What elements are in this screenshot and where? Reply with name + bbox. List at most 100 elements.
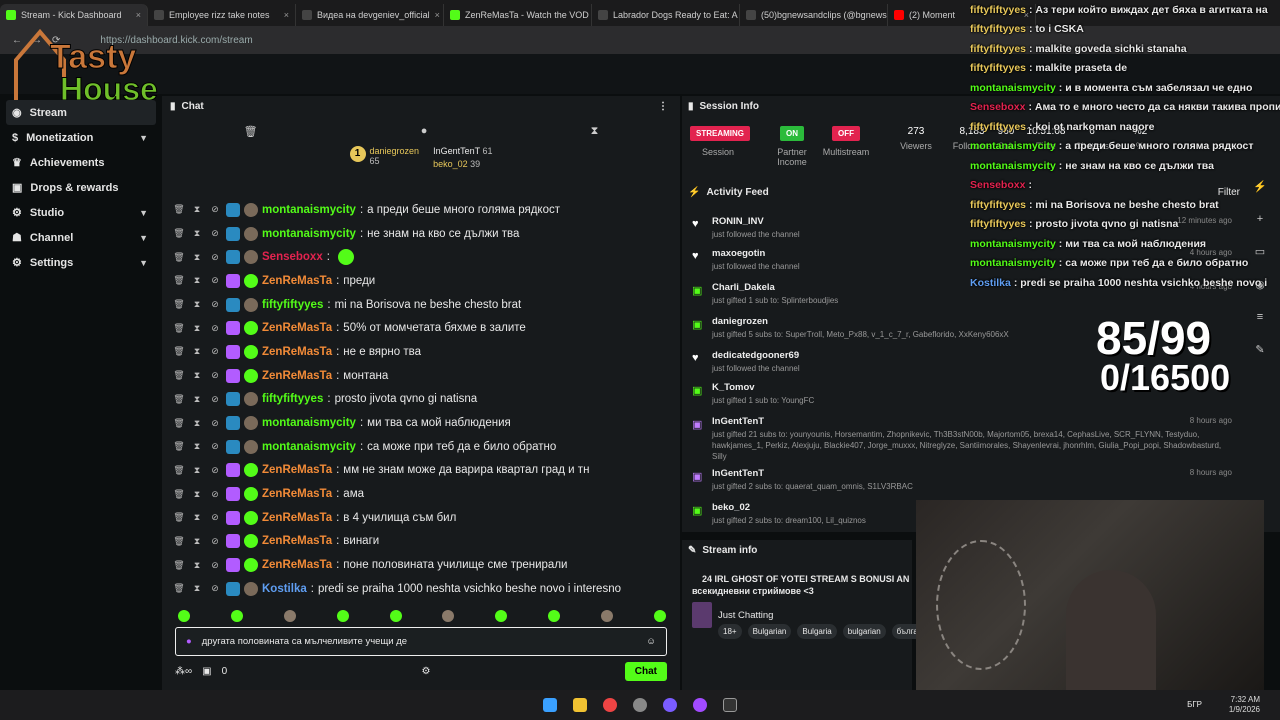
discord-icon[interactable] [663,698,677,712]
system-clock[interactable]: 7:32 AM 1/9/2026 [1229,695,1260,716]
list-icon[interactable]: ≡ [1257,311,1263,323]
emote-icon[interactable] [653,610,666,622]
emote-icon[interactable] [495,610,508,622]
browser-tab[interactable]: Видеа на devgeniev_official × [296,4,444,26]
timeout-icon[interactable]: ⧗ [190,465,204,476]
emoji-icon[interactable]: ☺ [646,636,656,647]
delete-icon[interactable]: 🗑 [172,228,186,239]
emote-icon[interactable] [442,610,455,622]
ban-icon[interactable]: ⊘ [208,489,222,500]
delete-icon[interactable]: 🗑 [172,418,186,429]
sidebar-item-monetization[interactable]: $ Monetization ▼ [0,125,162,150]
emote-icon[interactable] [178,610,190,622]
chat-message[interactable]: 🗑 ⧗ ⊘ ZenReMasTa: не е вярно тва [172,340,672,364]
emote-icon[interactable] [336,610,349,622]
chat-message[interactable]: 🗑 ⧗ ⊘ ZenReMasTa: поне половината училище см… [172,553,672,577]
emote-icon[interactable] [230,610,243,622]
browser-tab[interactable]: ZenReMasTa - Watch the VOD× [444,4,592,26]
tag[interactable]: Bulgaria [797,624,837,639]
timeout-icon[interactable]: ⧗ [190,512,204,523]
chat-message[interactable]: 🗑 ⧗ ⊘ ZenReMasTa: в 4 училища съм бил [172,506,672,530]
timeout-icon[interactable]: ⧗ [190,275,204,286]
chat-settings-icon[interactable]: ⚙ [421,666,430,677]
delete-icon[interactable]: 🗑 [172,560,186,571]
tag[interactable]: 18+ [718,624,742,639]
ban-icon[interactable]: ⊘ [208,465,222,476]
users-icon[interactable]: ⁂∞ [175,666,192,677]
ban-icon[interactable]: ⊘ [208,512,222,523]
more-icon[interactable]: ⋮ [658,101,668,112]
chat-username[interactable]: fiftyfiftyyes [262,393,323,405]
chat-username[interactable]: ZenReMasTa [262,559,332,571]
timeout-icon[interactable]: ⧗ [190,441,204,452]
delete-icon[interactable]: 🗑 [172,441,186,452]
tag[interactable]: Bulgarian [747,624,792,639]
activity-item[interactable]: ▣ InGentTenT just gifted 2 subs to: quaera… [692,468,1232,493]
file-explorer-icon[interactable] [573,698,587,712]
hourglass-icon[interactable]: ⧗ [591,125,599,138]
ban-icon[interactable]: ⊘ [208,560,222,571]
sidebar-item-stream[interactable]: ◉ Stream [6,100,156,125]
tools-icon[interactable]: ✎ [1255,343,1264,356]
delete-icon[interactable]: 🗑 [172,204,186,215]
delete-icon[interactable]: 🗑 [172,299,186,310]
ban-icon[interactable]: ⊘ [208,275,222,286]
ban-icon[interactable]: ⊘ [208,299,222,310]
ban-icon[interactable]: ⊘ [208,252,222,263]
timeout-icon[interactable]: ⧗ [190,418,204,429]
browser-tab[interactable]: (50)bgnewsandclips (@bgnews× [740,4,888,26]
chat-username[interactable]: ZenReMasTa [262,275,332,287]
chat-username[interactable]: fiftyfiftyyes [262,299,323,311]
chrome-icon[interactable] [603,698,617,712]
chat-message[interactable]: 🗑 ⧗ ⊘ montanaismycity: ми тва са мой наблюде… [172,411,672,435]
chat-message[interactable]: 🗑 ⧗ ⊘ fiftyfiftyyes: prosto jivota qvno gi n… [172,388,672,412]
gift-icon[interactable]: ▣ [202,666,211,677]
timeout-icon[interactable]: ⧗ [190,346,204,357]
ban-icon[interactable]: ⊘ [208,370,222,381]
chat-username[interactable]: Kostilka [262,583,307,595]
emote-icon[interactable] [548,610,561,622]
chat-username[interactable]: ZenReMasTa [262,535,332,547]
delete-icon[interactable]: 🗑 [172,370,186,381]
chat-message[interactable]: 🗑 ⧗ ⊘ Kostilka: predi se praiha 1000 neshta … [172,577,672,601]
chat-username[interactable]: ZenReMasTa [262,346,332,358]
chat-username[interactable]: ZenReMasTa [262,370,332,382]
twitch-icon[interactable] [693,698,707,712]
chat-message[interactable]: 🗑 ⧗ ⊘ montanaismycity: не знам на кво се дъл… [172,222,672,246]
ban-icon[interactable]: ⊘ [208,204,222,215]
chat-username[interactable]: ZenReMasTa [262,512,332,524]
timeout-icon[interactable]: ⧗ [190,560,204,571]
tab-close-icon[interactable]: × [435,10,440,20]
ban-icon[interactable]: ⊘ [208,583,222,594]
windows-start-icon[interactable] [543,698,557,712]
emote-icon[interactable] [601,610,613,622]
chat-username[interactable]: ZenReMasTa [262,322,332,334]
delete-icon[interactable]: 🗑 [172,323,186,334]
chat-input[interactable]: ● другата половината са мълчеливите учещ… [175,627,667,656]
timeout-icon[interactable]: ⧗ [190,204,204,215]
chat-message[interactable]: 🗑 ⧗ ⊘ ZenReMasTa: мм не знам може да варира … [172,459,672,483]
delete-icon[interactable]: 🗑 [172,252,186,263]
sidebar-item-settings[interactable]: ⚙ Settings ▼ [0,250,162,275]
emote-icon[interactable] [283,610,296,622]
ban-icon[interactable]: ⊘ [208,346,222,357]
chat-message[interactable]: 🗑 ⧗ ⊘ fiftyfiftyyes: mi na Borisova ne beshe… [172,293,672,317]
chat-username[interactable]: montanaismycity [262,441,356,453]
activity-item[interactable]: ▣ InGentTenT just gifted 21 subs to: youny… [692,416,1232,462]
chat-message[interactable]: 🗑 ⧗ ⊘ ZenReMasTa: преди [172,269,672,293]
chat-message[interactable]: 🗑 ⧗ ⊘ ZenReMasTa: монтана [172,364,672,388]
sidebar-item-channel[interactable]: ☗ Channel ▼ [0,225,162,250]
chat-username[interactable]: montanaismycity [262,204,356,216]
delete-icon[interactable]: 🗑 [172,536,186,547]
language-indicator[interactable]: БГР [1187,700,1202,709]
chat-username[interactable]: montanaismycity [262,228,356,240]
delete-icon[interactable]: 🗑 [172,346,186,357]
sidebar-item-achievements[interactable]: ♛ Achievements [0,150,162,175]
timeout-icon[interactable]: ⧗ [190,228,204,239]
ban-icon[interactable]: ⊘ [208,418,222,429]
chat-username[interactable]: ZenReMasTa [262,488,332,500]
sidebar-item-drops-rewards[interactable]: ▣ Drops & rewards [0,175,162,200]
app-icon[interactable] [633,698,647,712]
chat-message[interactable]: 🗑 ⧗ ⊘ ZenReMasTa: винаги [172,530,672,554]
trash-icon[interactable]: 🗑 [244,125,258,138]
